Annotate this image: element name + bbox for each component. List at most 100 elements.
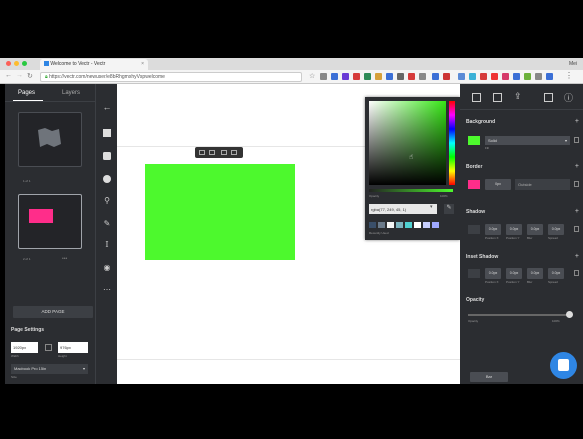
extension-icon[interactable]	[342, 73, 349, 80]
size-preset-select[interactable]: Macbook Pro 15in ▾	[11, 364, 88, 374]
grid-icon[interactable]	[472, 93, 481, 102]
extension-icon[interactable]	[419, 73, 426, 80]
extension-icon[interactable]	[535, 73, 542, 80]
recent-color-swatch[interactable]	[414, 222, 421, 228]
extension-icon[interactable]	[375, 73, 382, 80]
tab-layers[interactable]: Layers	[62, 90, 80, 96]
close-window-button[interactable]	[6, 61, 11, 66]
duplicate-icon[interactable]	[221, 150, 227, 155]
recent-color-swatch[interactable]	[369, 222, 376, 228]
arrange-icon[interactable]	[209, 150, 215, 155]
extension-icon[interactable]	[331, 73, 338, 80]
visibility-icon[interactable]	[574, 181, 579, 187]
opacity-slider-handle[interactable]	[566, 311, 573, 318]
page-options-icon[interactable]: •••	[62, 256, 67, 262]
hue-slider[interactable]	[449, 101, 455, 185]
extension-icon[interactable]	[397, 73, 404, 80]
add-background-icon[interactable]: +	[575, 118, 579, 125]
rounded-rectangle-tool-icon[interactable]	[103, 152, 111, 160]
recent-color-swatch[interactable]	[432, 222, 439, 228]
visibility-icon[interactable]	[574, 226, 579, 232]
shadow-y-field[interactable]: 0.0px	[506, 224, 522, 235]
extension-icon[interactable]	[546, 73, 553, 80]
color-value-field[interactable]: rgba(77, 249, 45, 1)	[369, 204, 437, 214]
border-style-select[interactable]: Outside	[515, 179, 570, 190]
saturation-area[interactable]: ☝︎	[369, 101, 446, 185]
text-tool-icon[interactable]: I	[102, 240, 112, 250]
preview-icon[interactable]	[544, 93, 553, 102]
minimize-window-button[interactable]	[14, 61, 19, 66]
delete-icon[interactable]	[231, 150, 237, 155]
extension-icon[interactable]	[353, 73, 360, 80]
recent-color-swatch[interactable]	[405, 222, 412, 228]
inset-spread-field[interactable]: 0.0px	[548, 268, 564, 279]
visibility-icon[interactable]	[574, 137, 579, 143]
extension-icon[interactable]	[432, 73, 439, 80]
help-chat-button[interactable]	[550, 352, 577, 379]
border-width-field[interactable]: 0px	[485, 179, 511, 190]
rectangle-tool-icon[interactable]	[103, 129, 111, 137]
back-arrow-icon[interactable]: ←	[102, 102, 112, 112]
back-arrow-icon[interactable]: ←	[5, 72, 12, 79]
opacity-slider[interactable]	[369, 189, 453, 192]
extension-icon[interactable]	[320, 73, 327, 80]
page-thumbnail-selected[interactable]	[18, 194, 82, 249]
close-tab-icon[interactable]: ×	[141, 61, 144, 67]
fill-type-select[interactable]: Solid ▾	[485, 136, 570, 145]
shadow-x-field[interactable]: 0.0px	[485, 224, 501, 235]
recent-color-swatch[interactable]	[387, 222, 394, 228]
pencil-tool-icon[interactable]: ✎	[102, 219, 112, 229]
add-shadow-icon[interactable]: +	[575, 208, 579, 215]
recent-color-swatch[interactable]	[378, 222, 385, 228]
extension-icon[interactable]	[443, 73, 450, 80]
extension-icon[interactable]	[458, 73, 465, 80]
extension-icon[interactable]	[524, 73, 531, 80]
border-color-swatch[interactable]	[468, 180, 480, 189]
recent-color-swatch[interactable]	[396, 222, 403, 228]
add-inset-shadow-icon[interactable]: +	[575, 253, 579, 260]
chevron-down-icon[interactable]: ▾	[430, 204, 433, 210]
link-dimensions-icon[interactable]	[45, 344, 52, 351]
fill-color-swatch[interactable]	[468, 136, 480, 145]
bottom-button[interactable]: Bar	[470, 372, 508, 382]
green-rectangle[interactable]	[145, 164, 295, 260]
layers-icon[interactable]	[493, 93, 502, 102]
reload-icon[interactable]: ↻	[27, 72, 33, 80]
tab-pages[interactable]: Pages	[18, 90, 35, 96]
extension-icon[interactable]	[386, 73, 393, 80]
inset-blur-field[interactable]: 0.0px	[527, 268, 543, 279]
height-field[interactable]: 976px	[58, 342, 88, 353]
visibility-icon[interactable]	[574, 270, 579, 276]
pen-tool-icon[interactable]: ⚲	[102, 196, 112, 206]
ellipse-tool-icon[interactable]	[103, 175, 111, 183]
shadow-color-swatch[interactable]	[468, 225, 480, 234]
page-thumbnail[interactable]	[18, 112, 82, 167]
url-field[interactable]: 🔒︎ https://vectr.com/newuser/e8bRhgmxhyV…	[40, 72, 302, 82]
shadow-blur-field[interactable]: 0.0px	[527, 224, 543, 235]
add-border-icon[interactable]: +	[575, 163, 579, 170]
eyedropper-icon[interactable]: ✎	[444, 204, 454, 214]
extension-icon[interactable]	[502, 73, 509, 80]
browser-tab[interactable]: Welcome to Vectr - Vectr ×	[40, 59, 148, 70]
forward-arrow-icon[interactable]: →	[16, 72, 23, 79]
extension-icon[interactable]	[480, 73, 487, 80]
more-tools-icon[interactable]: ⋯	[102, 285, 112, 295]
align-icon[interactable]	[199, 150, 205, 155]
extension-icon[interactable]	[364, 73, 371, 80]
image-tool-icon[interactable]: ◉	[102, 263, 112, 273]
add-page-button[interactable]: ADD PAGE	[13, 306, 93, 318]
extension-icon[interactable]	[408, 73, 415, 80]
width-field[interactable]: 1920px	[11, 342, 38, 353]
recent-color-swatch[interactable]	[423, 222, 430, 228]
maximize-window-button[interactable]	[22, 61, 27, 66]
extension-icon[interactable]	[513, 73, 520, 80]
extension-icon[interactable]	[469, 73, 476, 80]
shadow-spread-field[interactable]: 0.0px	[548, 224, 564, 235]
inset-x-field[interactable]: 0.0px	[485, 268, 501, 279]
menu-icon[interactable]: ⋮	[565, 71, 573, 80]
star-icon[interactable]: ☆	[309, 72, 315, 80]
inset-shadow-color-swatch[interactable]	[468, 269, 480, 278]
inset-y-field[interactable]: 0.0px	[506, 268, 522, 279]
extension-icon[interactable]	[491, 73, 498, 80]
opacity-slider[interactable]	[468, 314, 570, 316]
